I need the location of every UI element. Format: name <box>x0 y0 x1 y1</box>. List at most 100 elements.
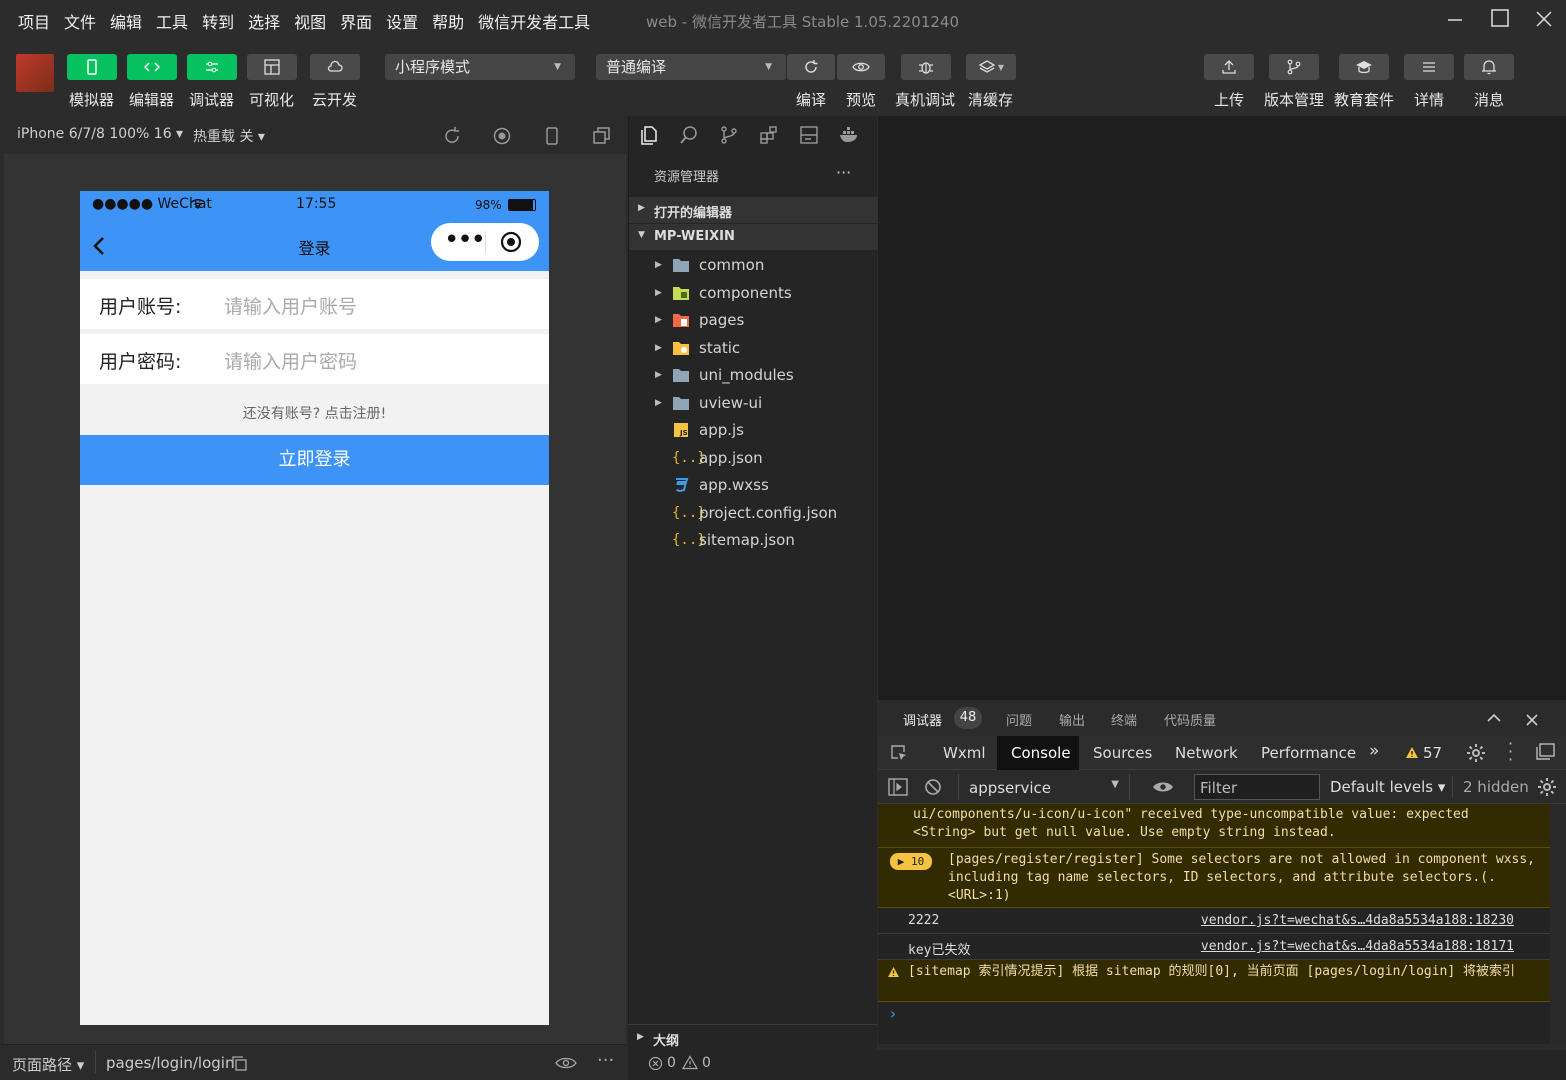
chevron-up-icon[interactable] <box>1486 713 1502 723</box>
register-link[interactable]: 还没有账号? 点击注册! <box>80 403 549 423</box>
tab-issues[interactable]: 问题 <box>1006 710 1032 729</box>
context-select[interactable]: appservice ▼ <box>958 774 1130 800</box>
panel-performance[interactable]: Performance <box>1261 744 1356 762</box>
tree-item-uview-ui[interactable]: ▶ uview-ui <box>629 390 878 417</box>
warning-count[interactable]: 57 <box>1423 744 1442 762</box>
console-warning-message[interactable]: ▶ 10 [pages/register/register] Some sele… <box>878 848 1550 908</box>
avatar[interactable] <box>16 54 54 92</box>
sidebar-toggle-icon[interactable] <box>888 778 908 796</box>
close-window-button[interactable] <box>1529 6 1559 34</box>
upload-button[interactable] <box>1204 54 1254 80</box>
console-scrollbar[interactable] <box>1550 804 1566 1044</box>
tab-terminal[interactable]: 终端 <box>1111 710 1137 729</box>
tree-item-components[interactable]: ▶ components <box>629 280 878 307</box>
hot-reload-select[interactable]: 热重载 关 ▾ <box>193 126 265 146</box>
tree-item-common[interactable]: ▶ common <box>629 252 878 279</box>
filter-input[interactable]: Filter <box>1194 774 1320 800</box>
menu-file[interactable]: 文件 <box>64 9 96 33</box>
files-icon[interactable] <box>638 124 660 146</box>
login-button[interactable]: 立即登录 <box>80 435 549 485</box>
popout-icon[interactable] <box>591 125 613 147</box>
project-section[interactable]: ▼ MP-WEIXIN <box>629 224 878 250</box>
minimize-button[interactable] <box>1440 6 1470 34</box>
source-link[interactable]: vendor.js?t=wechat&s…4da8a5534a188:18230 <box>1201 913 1514 928</box>
panel-console-active[interactable]: Console <box>997 736 1079 770</box>
console-prompt-icon[interactable]: › <box>888 1004 898 1023</box>
record-icon[interactable] <box>491 125 513 147</box>
tab-debugger[interactable]: 调试器 <box>903 710 942 729</box>
search-icon[interactable] <box>678 124 700 146</box>
menu-tools[interactable]: 工具 <box>156 9 188 33</box>
menu-edit[interactable]: 编辑 <box>110 9 142 33</box>
outline-section[interactable]: ▶ 大纲 <box>628 1024 877 1050</box>
menu-help[interactable]: 帮助 <box>432 9 464 33</box>
password-input[interactable]: 请输入用户密码 <box>224 347 357 374</box>
edu-button[interactable] <box>1339 54 1389 80</box>
tree-item-app-json[interactable]: {..} app.json <box>629 445 878 472</box>
preview-button[interactable] <box>837 54 885 80</box>
tab-code-quality[interactable]: 代码质量 <box>1164 710 1216 729</box>
menu-select[interactable]: 选择 <box>248 9 280 33</box>
account-row[interactable]: 用户账号: 请输入用户账号 <box>80 279 549 329</box>
password-row[interactable]: 用户密码: 请输入用户密码 <box>80 334 549 384</box>
close-miniprogram-icon[interactable] <box>500 231 522 253</box>
warning-outline-icon[interactable] <box>682 1055 698 1070</box>
extensions-icon[interactable] <box>758 124 780 146</box>
menu-interface[interactable]: 界面 <box>340 9 372 33</box>
tree-item-sitemap[interactable]: {..} sitemap.json <box>629 527 878 554</box>
tree-item-static[interactable]: ▶ static <box>629 335 878 362</box>
tree-item-app-js[interactable]: JS app.js <box>629 417 878 444</box>
menu-devtools[interactable]: 微信开发者工具 <box>478 9 590 33</box>
close-icon[interactable] <box>1526 714 1538 726</box>
explorer-more-icon[interactable]: ··· <box>836 163 851 182</box>
more-icon[interactable]: ··· <box>597 1050 614 1071</box>
tree-item-app-wxss[interactable]: app.wxss <box>629 472 878 499</box>
live-expression-eye-icon[interactable] <box>1152 780 1174 794</box>
cloud-button[interactable] <box>310 54 360 80</box>
log-levels-select[interactable]: Default levels ▾ <box>1330 778 1445 796</box>
editor-button[interactable] <box>127 54 177 80</box>
more-panels-icon[interactable]: » <box>1369 741 1379 761</box>
panel-network[interactable]: Network <box>1175 744 1238 762</box>
compile-button[interactable] <box>787 54 835 80</box>
version-button[interactable] <box>1269 54 1319 80</box>
phone-icon[interactable] <box>541 125 563 147</box>
more-dots-icon[interactable]: ••• <box>444 227 486 253</box>
account-input[interactable]: 请输入用户账号 <box>224 292 357 319</box>
tree-item-project-config[interactable]: {..} project.config.json <box>629 500 878 527</box>
tree-item-uni-modules[interactable]: ▶ uni_modules <box>629 362 878 389</box>
menu-settings[interactable]: 设置 <box>386 9 418 33</box>
device-select[interactable]: iPhone 6/7/8 100% 16 ▾ <box>17 126 183 142</box>
visual-button[interactable] <box>247 54 297 80</box>
inspect-icon[interactable] <box>890 744 908 762</box>
debugger-button[interactable] <box>187 54 237 80</box>
route-select[interactable]: 页面路径 ▾ <box>12 1054 84 1075</box>
panel-sources[interactable]: Sources <box>1093 744 1152 762</box>
menu-view[interactable]: 视图 <box>294 9 326 33</box>
menu-project[interactable]: 项目 <box>18 9 50 33</box>
tree-item-pages[interactable]: ▶ pages <box>629 307 878 334</box>
menu-goto[interactable]: 转到 <box>202 9 234 33</box>
error-icon[interactable] <box>648 1056 663 1071</box>
dock-icon[interactable] <box>1535 743 1555 761</box>
kebab-menu-icon[interactable]: · · · <box>1508 736 1513 768</box>
copy-icon[interactable] <box>232 1056 247 1071</box>
source-link[interactable]: vendor.js?t=wechat&s…4da8a5534a188:18171 <box>1201 939 1514 954</box>
simulator-button[interactable] <box>67 54 117 80</box>
rotate-icon[interactable] <box>441 125 463 147</box>
storage-icon[interactable] <box>798 124 820 146</box>
panel-wxml[interactable]: Wxml <box>943 744 986 762</box>
compile-select[interactable]: 普通编译 ▼ <box>596 54 786 80</box>
source-control-icon[interactable] <box>718 124 740 146</box>
eye-icon[interactable] <box>555 1056 577 1070</box>
tab-output[interactable]: 输出 <box>1059 710 1085 729</box>
messages-button[interactable] <box>1464 54 1514 80</box>
settings-icon[interactable] <box>1466 743 1486 763</box>
real-debug-button[interactable] <box>901 54 951 80</box>
maximize-button[interactable] <box>1485 6 1515 34</box>
details-button[interactable] <box>1404 54 1454 80</box>
docker-icon[interactable] <box>838 124 860 146</box>
mode-select[interactable]: 小程序模式 ▼ <box>385 54 575 80</box>
open-editors-section[interactable]: ▶ 打开的编辑器 <box>629 197 878 223</box>
console-settings-icon[interactable] <box>1537 777 1557 797</box>
